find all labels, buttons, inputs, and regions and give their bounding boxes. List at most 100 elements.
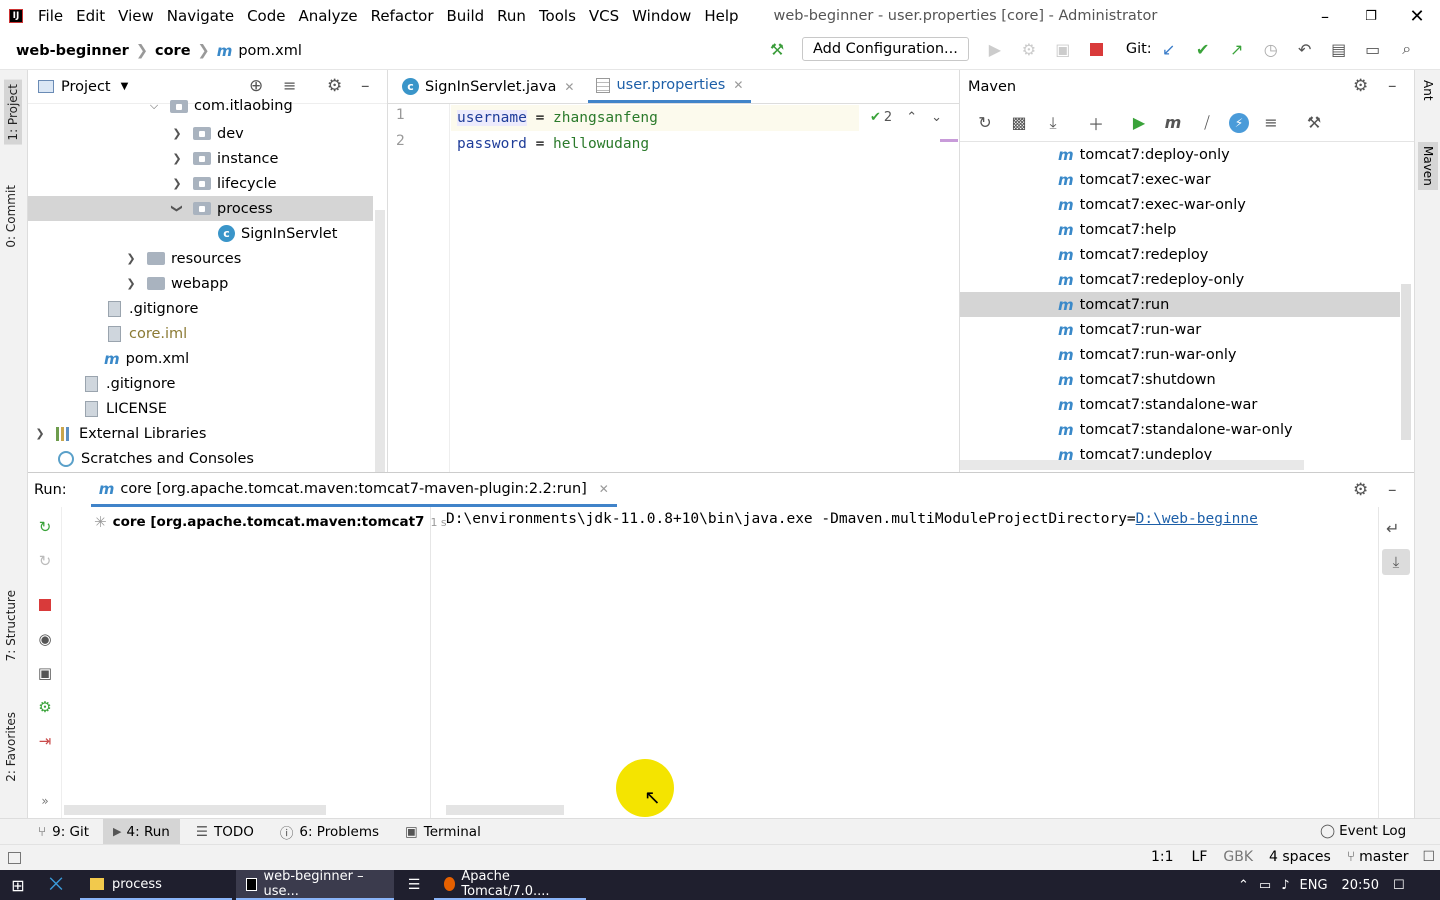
git-history-icon[interactable]: ◷	[1259, 37, 1283, 61]
tab-maven[interactable]: Maven	[1418, 142, 1438, 190]
chevron-right-icon[interactable]: ❯	[171, 127, 183, 140]
app-icon[interactable]: ☰	[394, 870, 434, 900]
chevron-right-icon[interactable]: ❯	[125, 252, 137, 265]
maven-goal-item[interactable]: m tomcat7:redeploy	[960, 242, 1400, 267]
run-icon[interactable]: ▶	[983, 37, 1007, 61]
breadcrumb-file[interactable]: pom.xml	[238, 43, 302, 59]
next-highlight-icon[interactable]: ⌄	[931, 110, 942, 125]
tool-terminal[interactable]: ▣ Terminal	[405, 824, 481, 840]
file-encoding[interactable]: GBK	[1223, 849, 1253, 865]
tree-item-core-iml[interactable]: core.iml	[108, 321, 187, 346]
chevron-down-icon[interactable]: ▼	[121, 81, 129, 92]
lock-icon[interactable]: ☐	[1423, 849, 1436, 865]
chevron-right-icon[interactable]: ❯	[171, 152, 183, 165]
menu-code[interactable]: Code	[247, 7, 285, 25]
tree-item-license[interactable]: LICENSE	[85, 396, 167, 421]
maven-goal-item[interactable]: m tomcat7:run-war	[960, 317, 1400, 342]
wrench-icon[interactable]: ⚒	[1302, 111, 1326, 135]
camera-icon[interactable]: ▣	[35, 663, 55, 683]
generate-sources-icon[interactable]: ▩	[1007, 111, 1031, 135]
maven-goal-item[interactable]: m tomcat7:run-war-only	[960, 342, 1400, 367]
maven-goal-item[interactable]: m tomcat7:deploy-only	[960, 142, 1400, 167]
git-branch[interactable]: master	[1359, 849, 1408, 865]
coverage-icon[interactable]: ▣	[1051, 37, 1075, 61]
stop-icon[interactable]	[1085, 37, 1109, 61]
collapse-all-icon[interactable]: ≡	[283, 76, 296, 95]
maven-goal-item[interactable]: m tomcat7:standalone-war-only	[960, 417, 1400, 442]
tab-ant[interactable]: Ant	[1421, 80, 1435, 101]
download-icon[interactable]: ⤓	[1041, 111, 1065, 135]
line-separator[interactable]: LF	[1192, 849, 1208, 865]
windows-start-icon[interactable]: ⊞	[0, 870, 36, 900]
maven-goal-item[interactable]: m tomcat7:run	[960, 292, 1400, 317]
search-icon[interactable]: ⌕	[1395, 37, 1419, 61]
maven-goal-item[interactable]: m tomcat7:standalone-war	[960, 392, 1400, 417]
taskbar-item-intellij[interactable]: web-beginner – use...	[236, 869, 394, 900]
locate-icon[interactable]: ⊕	[249, 76, 263, 96]
inspection-widget[interactable]: ✔ 2 ⌃ ⌄	[870, 110, 942, 125]
git-push-icon[interactable]: ↗	[1225, 37, 1249, 61]
network-icon[interactable]: ▭	[1259, 878, 1271, 893]
status-panel-toggle-icon[interactable]	[8, 851, 21, 864]
tree-item-signinservlet[interactable]: c SignInServlet	[218, 221, 337, 246]
tree-item-instance[interactable]: ❯ instance	[171, 146, 278, 171]
debug-icon[interactable]: ⚙	[1017, 37, 1041, 61]
tool-todo[interactable]: ☰ TODO	[196, 824, 254, 840]
tree-item-gitignore[interactable]: .gitignore	[108, 296, 198, 321]
chevron-right-icon[interactable]: ❯	[171, 177, 183, 190]
tab-commit[interactable]: 0: Commit	[4, 185, 18, 248]
more-icon[interactable]: »	[35, 791, 55, 811]
execute-goal-icon[interactable]: m	[1161, 111, 1185, 135]
menu-help[interactable]: Help	[704, 7, 738, 25]
gear-icon[interactable]: ⚙	[1353, 76, 1368, 96]
tree-item-process[interactable]: ❯ process	[171, 196, 273, 221]
tool-problems[interactable]: ⓘ 6: Problems	[280, 822, 379, 842]
code-line-1[interactable]: username = zhangsanfeng	[457, 105, 658, 131]
close-tab-icon[interactable]: ✕	[564, 80, 574, 94]
close-icon[interactable]: ✕	[1394, 0, 1440, 32]
code-line-2[interactable]: password = hellowudang	[457, 131, 649, 157]
project-scrollbar[interactable]	[375, 210, 385, 472]
project-panel-title[interactable]: Project	[61, 79, 111, 95]
rerun-icon[interactable]: ↻	[35, 517, 55, 537]
build-hammer-icon[interactable]: ⚒	[765, 37, 789, 61]
caret-position[interactable]: 1:1	[1151, 849, 1174, 865]
toggle-offline-icon[interactable]: ⧸	[1195, 111, 1219, 135]
tree-item-external-libraries[interactable]: ❯ External Libraries	[34, 421, 206, 446]
stop-icon[interactable]	[35, 595, 55, 615]
console-output[interactable]: D:\environments\jdk-11.0.8+10\bin\java.e…	[446, 511, 1378, 527]
minimize-icon[interactable]: –	[1302, 0, 1348, 32]
maven-goal-item[interactable]: m tomcat7:help	[960, 217, 1400, 242]
git-rollback-icon[interactable]: ↶	[1293, 37, 1317, 61]
run-tree-item[interactable]: ✳ core [org.apache.tomcat.maven:tomcat7 …	[94, 513, 447, 531]
tool-event-log[interactable]: ◯ Event Log	[1320, 823, 1406, 839]
reload-icon[interactable]: ↻	[973, 111, 997, 135]
project-structure-icon[interactable]: ▤	[1327, 37, 1351, 61]
tree-item-com-itlaobing[interactable]: ⌵ com.itlaobing	[148, 96, 293, 116]
clock[interactable]: 20:50	[1342, 878, 1379, 893]
skip-tests-icon[interactable]: ⚡	[1229, 112, 1249, 133]
menu-tools[interactable]: Tools	[539, 7, 576, 25]
tree-item-lifecycle[interactable]: ❯ lifecycle	[171, 171, 276, 196]
menu-window[interactable]: Window	[632, 7, 691, 25]
tab-project[interactable]: 1: Project	[4, 80, 22, 145]
taskbar-item-explorer[interactable]: process	[80, 870, 232, 900]
eye-icon[interactable]: ◉	[35, 629, 55, 649]
console-horizontal-scrollbar[interactable]	[446, 805, 564, 815]
restore-layout-icon[interactable]: ⚙	[35, 697, 55, 717]
maven-goal-item[interactable]: m tomcat7:shutdown	[960, 367, 1400, 392]
maven-goal-item[interactable]: m tomcat7:exec-war-only	[960, 192, 1400, 217]
hide-panel-icon[interactable]: –	[1388, 480, 1397, 500]
presentation-icon[interactable]: ▭	[1361, 37, 1385, 61]
rerun-failed-icon[interactable]: ↻	[35, 551, 55, 571]
soft-wrap-icon[interactable]: ↵	[1386, 519, 1399, 538]
hide-panel-icon[interactable]: –	[1388, 76, 1397, 96]
input-language[interactable]: ENG	[1300, 878, 1328, 893]
maven-vertical-scrollbar[interactable]	[1401, 284, 1411, 440]
chevron-right-icon[interactable]: ❯	[34, 427, 46, 440]
tool-git[interactable]: ⑂ 9: Git	[38, 819, 89, 845]
tab-user-properties[interactable]: user.properties ✕	[588, 70, 752, 103]
chevron-down-icon[interactable]: ⌵	[148, 99, 160, 113]
indent-setting[interactable]: 4 spaces	[1269, 849, 1331, 865]
tab-signinservlet-java[interactable]: c SignInServlet.java ✕	[394, 70, 582, 103]
